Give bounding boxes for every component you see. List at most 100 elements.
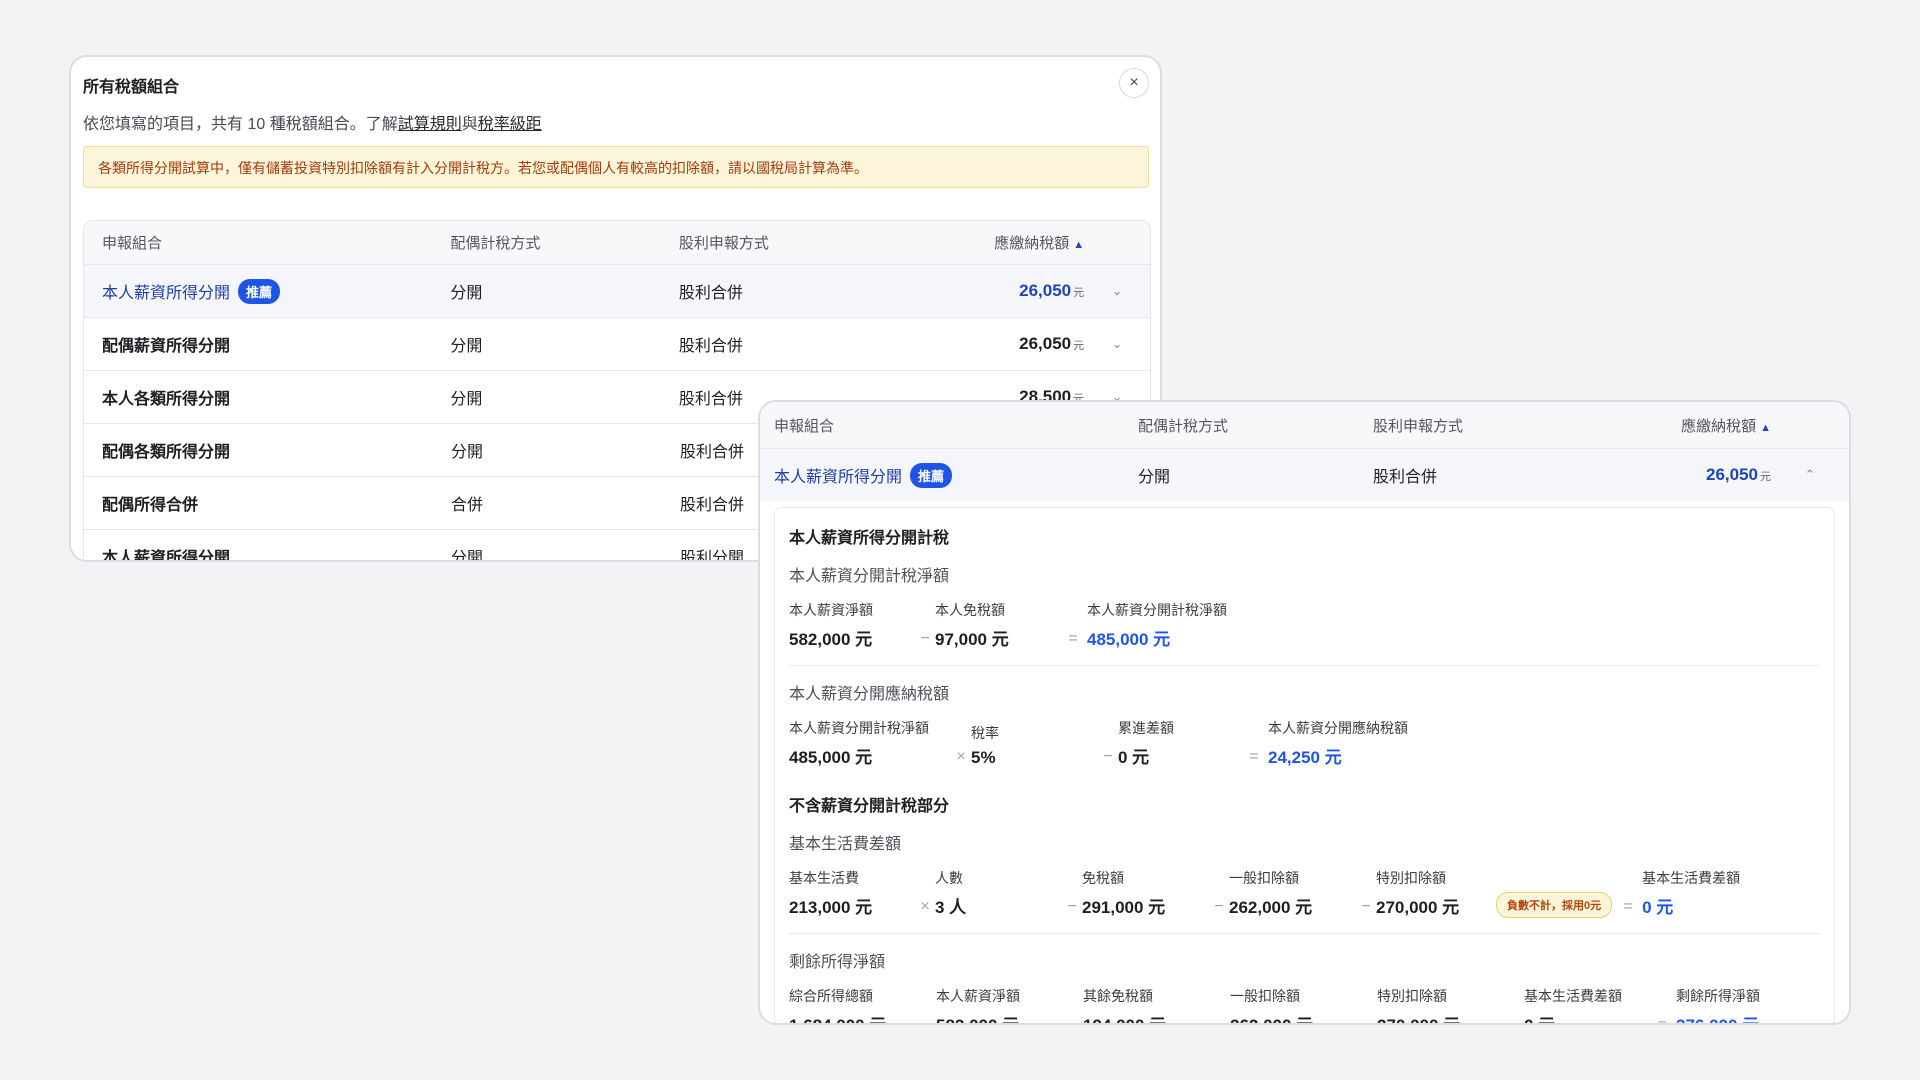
term-label: 基本生活費 (789, 870, 859, 886)
header-combo: 申報組合 (102, 235, 163, 252)
minus-operator: − (1509, 1016, 1519, 1025)
term-value: 0 元 (1118, 748, 1150, 767)
divider (789, 933, 1820, 934)
multiply-operator: × (920, 898, 930, 915)
table-row[interactable]: 本人薪資所得分開 推薦 分開 股利合併 26,050 元 ⌃ (760, 448, 1849, 501)
tax-amount: 26,050 (1706, 465, 1758, 484)
term-value: 291,000 元 (1082, 898, 1166, 917)
term-label: 本人薪資分開計稅淨額 (789, 720, 929, 736)
modal-title: 所有稅額組合 (83, 79, 180, 96)
formula-term: 綜合所得總額 1,684,000 元 (789, 986, 916, 1023)
term-value: 262,000 元 (1230, 1011, 1357, 1023)
formula-term: 累進差額 0 元 (1118, 718, 1244, 768)
minus-operator: − (1103, 748, 1113, 765)
term-label: 特別扣除額 (1377, 988, 1447, 1004)
term-value: 0 元 (1524, 1011, 1652, 1023)
term-value: 0 元 (1642, 898, 1674, 917)
term-label: 剩餘所得淨額 (1676, 988, 1760, 1004)
term-label: 本人免稅額 (935, 602, 1005, 618)
row-combo: 本人薪資所得分開 推薦 (84, 278, 450, 304)
formula-result: 基本生活費差額 0 元 (1642, 868, 1762, 918)
row-combo: 配偶薪資所得分開 (102, 338, 231, 355)
chevron-up-icon[interactable]: ⌃ (1771, 467, 1849, 483)
term-label: 本人薪資淨額 (789, 602, 873, 618)
header-tax[interactable]: 應繳納稅額 ▲ (1608, 415, 1771, 436)
minus-operator: − (1067, 898, 1077, 915)
minus-operator: − (1215, 1016, 1225, 1025)
combo-name: 本人薪資所得分開 (102, 284, 231, 302)
subtitle-text: 依您填寫的項目，共有 10 種稅額組合。了解 (83, 116, 398, 133)
header-combo: 申報組合 (774, 417, 835, 435)
chevron-down-icon[interactable]: ⌄ (1084, 336, 1150, 352)
term-label: 一般扣除額 (1230, 988, 1300, 1004)
formula-result: 本人薪資分開計稅淨額 485,000 元 (1087, 600, 1267, 650)
formula-term: 其餘免稅額 194,000 元 (1083, 986, 1210, 1023)
row-spouse: 分開 (450, 338, 483, 355)
close-button[interactable]: × (1119, 68, 1149, 98)
multiply-operator: × (956, 748, 966, 765)
header-spouse: 配偶計稅方式 (450, 235, 541, 252)
block-title: 本人薪資分開應納稅額 (789, 686, 950, 703)
row-spouse: 合併 (451, 497, 484, 514)
chevron-down-icon[interactable]: ⌄ (1084, 283, 1150, 299)
unit: 元 (1073, 287, 1085, 299)
unit: 元 (1073, 340, 1085, 352)
term-value: 485,000 元 (1087, 630, 1171, 649)
calc-rules-link[interactable]: 試算規則 (398, 116, 462, 133)
formula-term: 特別扣除額 270,000 元 (1377, 986, 1504, 1023)
term-label: 綜合所得總額 (789, 988, 873, 1004)
row-spouse: 分開 (1138, 469, 1171, 486)
equals-operator: = (1249, 748, 1259, 765)
table-header: 申報組合 配偶計稅方式 股利申報方式 應繳納稅額 ▲ (760, 402, 1849, 448)
term-value: 1,684,000 元 (789, 1011, 916, 1023)
row-tax: 26,050 元 (894, 334, 1084, 354)
minus-operator: − (921, 1016, 931, 1025)
formula-term: 免稅額 291,000 元 (1082, 868, 1209, 918)
tax-brackets-link[interactable]: 稅率級距 (478, 116, 542, 133)
term-label: 本人薪資淨額 (936, 988, 1020, 1004)
header-tax-label: 應繳納稅額 (1681, 417, 1757, 435)
formula-term: 本人薪資淨額 582,000 元 (789, 600, 915, 650)
formula-term: 一般扣除額 262,000 元 (1229, 868, 1356, 918)
recommended-badge: 推薦 (910, 462, 953, 488)
formula-row: 本人薪資分開計稅淨額 485,000 元 × 稅率 5% − 累進差額 0 元 = 本… (789, 718, 1820, 768)
table-row[interactable]: 配偶薪資所得分開 分開 股利合併 26,050 元 ⌄ (84, 317, 1150, 370)
formula-term: 基本生活費差額 0 元 (1524, 986, 1652, 1023)
sort-ascending-icon[interactable]: ▲ (1760, 422, 1771, 434)
row-dividend: 股利合併 (1373, 469, 1438, 486)
formula-result: 本人薪資分開應納稅額 24,250 元 (1268, 718, 1448, 768)
row-spouse: 分開 (450, 391, 483, 408)
formula-term: 本人薪資分開計稅淨額 485,000 元 (789, 718, 951, 768)
row-spouse: 分開 (451, 444, 484, 461)
term-value: 270,000 元 (1376, 898, 1460, 917)
term-value: 270,000 元 (1377, 1011, 1504, 1023)
term-value: 194,000 元 (1083, 1011, 1210, 1023)
unit: 元 (1760, 471, 1771, 483)
row-dividend: 股利合併 (678, 338, 743, 355)
formula-row: 本人薪資淨額 582,000 元 − 本人免稅額 97,000 元 = 本人薪資分開… (789, 600, 1820, 650)
block-title: 剩餘所得淨額 (789, 954, 886, 971)
formula-term: 稅率 5% (971, 723, 1098, 768)
block-title: 基本生活費差額 (789, 836, 902, 853)
equals-operator: = (1623, 898, 1633, 915)
table-row[interactable]: 本人薪資所得分開 推薦 分開 股利合併 26,050 元 ⌄ (84, 264, 1150, 317)
formula-term: 人數 3 人 (935, 868, 1062, 918)
formula-row: 基本生活費 213,000 元 × 人數 3 人 − 免稅額 291,000 元 − … (789, 868, 1820, 918)
recommended-badge: 推薦 (238, 278, 281, 304)
row-combo: 配偶所得合併 (102, 497, 199, 514)
term-label: 特別扣除額 (1376, 870, 1446, 886)
minus-operator: − (1362, 1016, 1372, 1025)
sort-ascending-icon[interactable]: ▲ (1073, 239, 1084, 251)
minus-operator: − (920, 630, 930, 647)
formula-term: 基本生活費 213,000 元 (789, 868, 915, 918)
combo-name: 本人薪資所得分開 (774, 468, 903, 486)
formula-row: 綜合所得總額 1,684,000 元 − 本人薪資淨額 582,000 元 − 其餘… (789, 986, 1820, 1025)
term-value: 582,000 元 (789, 630, 873, 649)
term-value: 24,250 元 (1268, 748, 1342, 767)
notice-banner: 各類所得分開試算中，僅有儲蓄投資特別扣除額有計入分開計稅方。若您或配偶個人有較高… (83, 146, 1149, 188)
term-value: 5% (971, 748, 996, 767)
tax-amount: 26,050 (1019, 281, 1072, 300)
term-label: 人數 (935, 870, 963, 886)
header-tax[interactable]: 應繳納稅額 ▲ (894, 232, 1084, 253)
negative-ignored-badge: 負數不計，採用0元 (1496, 892, 1613, 918)
